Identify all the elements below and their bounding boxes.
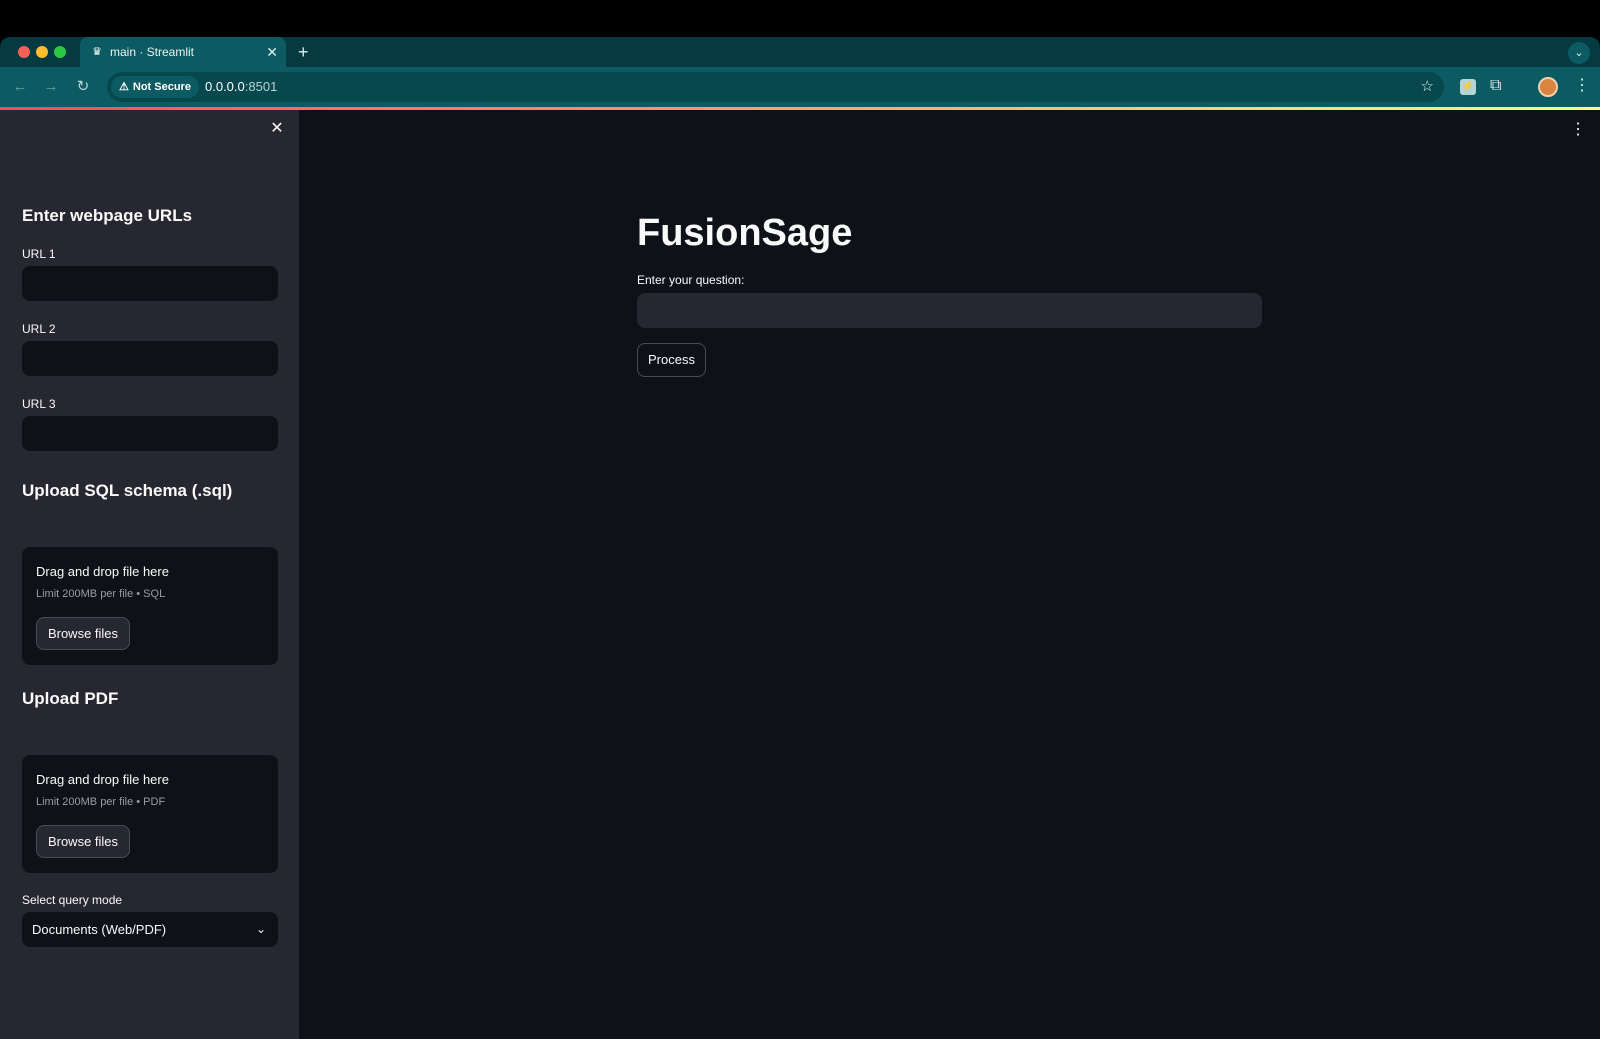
urls-heading: Enter webpage URLs — [22, 206, 193, 225]
query-mode-value: Documents (Web/PDF) — [32, 922, 167, 937]
browser-window: ♛ main · Streamlit ✕ + ⌄ ← → ↻ ⚠ Not Secu… — [0, 37, 1600, 1039]
url-1-input[interactable] — [22, 266, 278, 301]
window-maximize-button[interactable] — [54, 46, 66, 58]
url-2-label: URL 2 — [22, 322, 56, 336]
url-3-label: URL 3 — [22, 397, 56, 411]
tab-search-chevron-icon[interactable]: ⌄ — [1568, 42, 1590, 64]
main-content: ⋮ FusionSage Enter your question: Proces… — [299, 110, 1600, 1039]
bookmark-star-icon[interactable]: ☆ — [1421, 78, 1434, 96]
sql-upload-heading: Upload SQL schema (.sql) — [22, 481, 233, 500]
process-button[interactable]: Process — [637, 343, 706, 377]
pdf-dropzone-title: Drag and drop file here — [36, 772, 169, 787]
back-arrow-icon[interactable]: ← — [10, 77, 30, 97]
window-close-button[interactable] — [18, 46, 30, 58]
address-bar[interactable]: ⚠ Not Secure 0.0.0.0:8501 ☆ — [107, 72, 1444, 102]
screen: ♛ main · Streamlit ✕ + ⌄ ← → ↻ ⚠ Not Secu… — [0, 0, 1600, 1039]
sql-dropzone-title: Drag and drop file here — [36, 564, 169, 579]
url-port: :8501 — [244, 79, 278, 94]
pdf-upload-heading: Upload PDF — [22, 689, 119, 708]
forward-arrow-icon[interactable]: → — [41, 77, 61, 97]
sidebar: ✕ Enter webpage URLs URL 1 URL 2 URL 3 U… — [0, 110, 299, 1039]
page-title: FusionSage — [637, 212, 853, 254]
streamlit-favicon-icon: ♛ — [92, 46, 102, 58]
sql-dropzone-limit: Limit 200MB per file • SQL — [36, 588, 166, 600]
url-host: 0.0.0.0 — [205, 79, 245, 94]
app-menu-icon[interactable]: ⋮ — [1570, 120, 1586, 140]
url-1-label: URL 1 — [22, 247, 56, 261]
query-mode-select[interactable]: Documents (Web/PDF) ⌄ — [22, 912, 278, 947]
query-mode-label: Select query mode — [22, 893, 123, 907]
security-chip[interactable]: ⚠ Not Secure — [111, 76, 199, 98]
extension-icon[interactable]: ⚡ — [1460, 79, 1476, 95]
tab-title: main · Streamlit — [110, 45, 195, 59]
pdf-browse-files-button[interactable]: Browse files — [36, 825, 130, 858]
sql-browse-files-button[interactable]: Browse files — [36, 617, 130, 650]
url-3-input[interactable] — [22, 416, 278, 451]
window-minimize-button[interactable] — [36, 46, 48, 58]
url-2-input[interactable] — [22, 341, 278, 376]
sql-file-dropzone[interactable]: Drag and drop file here Limit 200MB per … — [22, 547, 278, 665]
chevron-down-icon: ⌄ — [255, 922, 266, 936]
extensions-puzzle-icon[interactable]: ⧉ — [1490, 76, 1501, 96]
new-tab-icon[interactable]: + — [298, 42, 309, 62]
reload-icon[interactable]: ↻ — [73, 77, 93, 97]
pdf-file-dropzone[interactable]: Drag and drop file here Limit 200MB per … — [22, 755, 278, 873]
tab-strip: ♛ main · Streamlit ✕ + ⌄ — [0, 37, 1600, 67]
url-text: 0.0.0.0:8501 — [205, 79, 277, 95]
tab-main[interactable]: ♛ main · Streamlit ✕ — [80, 37, 286, 67]
browser-menu-icon[interactable]: ⋮ — [1574, 76, 1590, 96]
warning-triangle-icon: ⚠ — [119, 81, 129, 93]
profile-avatar[interactable] — [1538, 77, 1558, 97]
tab-close-icon[interactable]: ✕ — [266, 44, 278, 60]
browser-toolbar: ← → ↻ ⚠ Not Secure 0.0.0.0:8501 ☆ ⚡ ⧉ ⋮ — [0, 67, 1600, 107]
question-input[interactable] — [637, 293, 1262, 328]
pdf-dropzone-limit: Limit 200MB per file • PDF — [36, 796, 166, 808]
security-label: Not Secure — [132, 81, 191, 93]
sidebar-close-icon[interactable]: ✕ — [268, 120, 286, 138]
question-label: Enter your question: — [637, 273, 745, 287]
